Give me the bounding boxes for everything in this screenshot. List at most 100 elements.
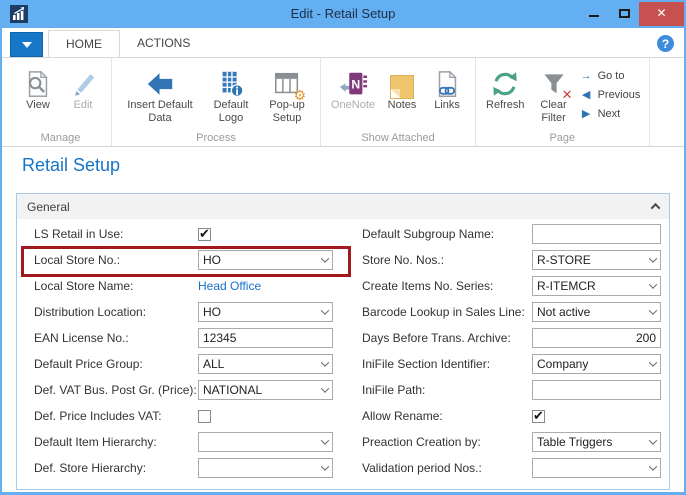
- dropdown-arrow-icon[interactable]: [649, 254, 657, 262]
- form-row: Barcode Lookup in Sales Line: Not active: [362, 299, 663, 325]
- onenote-button[interactable]: N OneNote: [328, 63, 378, 113]
- close-button[interactable]: ✕: [639, 0, 684, 26]
- form-row: Local Store No.: HO: [34, 247, 354, 273]
- links-chain-icon: [432, 64, 462, 99]
- default-item-hierarchy-combobox[interactable]: [198, 432, 333, 452]
- barcode-lookup-in-sales-line-combobox[interactable]: Not active: [532, 302, 661, 322]
- form-row: Local Store Name: Head Office: [34, 273, 354, 299]
- form-column-right: Default Subgroup Name: Store No. Nos.: R…: [362, 221, 663, 481]
- form-row: Distribution Location: HO: [34, 299, 354, 325]
- check-icon: ✔: [533, 409, 544, 422]
- field-label: Local Store No.:: [34, 253, 198, 267]
- previous-triangle-icon: ◀: [580, 88, 593, 101]
- ls-retail-in-use-checkbox[interactable]: ✔: [198, 228, 211, 241]
- refresh-button[interactable]: Refresh: [483, 63, 528, 113]
- field-label: Default Item Hierarchy:: [34, 435, 198, 449]
- popup-setup-table-icon: ⚙: [272, 64, 302, 99]
- field-label: Def. VAT Bus. Post Gr. (Price):: [34, 383, 198, 397]
- form-row: Def. Store Hierarchy:: [34, 455, 354, 481]
- form-row: LS Retail in Use: ✔: [34, 221, 354, 247]
- ribbon-group-show-attached: N OneNote Notes: [321, 58, 476, 146]
- default-logo-button[interactable]: Default Logo: [204, 63, 258, 126]
- def-vat-bus-post-gr-price-combobox[interactable]: NATIONAL: [198, 380, 333, 400]
- chevron-up-icon[interactable]: [651, 203, 661, 213]
- days-before-trans-archive-field[interactable]: 200: [532, 328, 661, 348]
- general-section-header[interactable]: General: [17, 194, 669, 219]
- dropdown-arrow-icon[interactable]: [649, 306, 657, 314]
- form-row: IniFile Section Identifier: Company: [362, 351, 663, 377]
- app-menu-caret-icon: [22, 42, 32, 48]
- gear-icon: ⚙: [293, 88, 306, 102]
- form-row: Preaction Creation by: Table Triggers: [362, 429, 663, 455]
- popup-setup-button[interactable]: ⚙ Pop-up Setup: [261, 63, 313, 126]
- minimize-button[interactable]: [579, 0, 609, 26]
- def-price-includes-vat-checkbox[interactable]: [198, 410, 211, 423]
- local-store-no-combobox[interactable]: HO: [198, 250, 333, 270]
- form-row: Def. Price Includes VAT:: [34, 403, 354, 429]
- field-label: Default Price Group:: [34, 357, 198, 371]
- default-price-group-combobox[interactable]: ALL: [198, 354, 333, 374]
- check-icon: ✔: [199, 227, 210, 240]
- previous-button[interactable]: ◀ Previous: [580, 85, 642, 104]
- local-store-name-link[interactable]: Head Office: [198, 279, 261, 293]
- help-button[interactable]: ?: [657, 35, 674, 52]
- create-items-no-series-combobox[interactable]: R-ITEMCR: [532, 276, 661, 296]
- view-button[interactable]: View: [17, 63, 59, 113]
- form-row: Validation period Nos.:: [362, 455, 663, 481]
- form-row: IniFile Path:: [362, 377, 663, 403]
- inifile-path-field[interactable]: [532, 380, 661, 400]
- def-store-hierarchy-combobox[interactable]: [198, 458, 333, 478]
- form-row: Default Item Hierarchy:: [34, 429, 354, 455]
- next-triangle-icon: ▶: [580, 107, 593, 120]
- section-title: General: [27, 200, 70, 214]
- dropdown-arrow-icon[interactable]: [321, 306, 329, 314]
- go-to-button[interactable]: → Go to: [580, 66, 642, 85]
- links-button[interactable]: Links: [426, 63, 468, 113]
- notes-button[interactable]: Notes: [381, 63, 423, 113]
- tab-actions[interactable]: ACTIONS: [120, 30, 207, 57]
- edit-pencil-icon: [68, 64, 98, 99]
- dropdown-arrow-icon[interactable]: [321, 462, 329, 470]
- tab-home[interactable]: HOME: [48, 30, 120, 57]
- field-label: EAN License No.:: [34, 331, 198, 345]
- allow-rename-checkbox[interactable]: ✔: [532, 410, 545, 423]
- form-row: Days Before Trans. Archive: 200: [362, 325, 663, 351]
- dropdown-arrow-icon[interactable]: [649, 436, 657, 444]
- form-row: Default Price Group: ALL: [34, 351, 354, 377]
- onenote-icon: N: [337, 64, 369, 99]
- ean-license-no-field[interactable]: 12345: [198, 328, 333, 348]
- field-label: Distribution Location:: [34, 305, 198, 319]
- field-label: Create Items No. Series:: [362, 279, 532, 293]
- dropdown-arrow-icon[interactable]: [321, 254, 329, 262]
- page-nav-buttons: → Go to ◀ Previous ▶ Next: [580, 63, 642, 123]
- refresh-icon: [490, 64, 520, 99]
- field-label: Validation period Nos.:: [362, 461, 532, 475]
- store-no-nos-combobox[interactable]: R-STORE: [532, 250, 661, 270]
- form-row: Store No. Nos.: R-STORE: [362, 247, 663, 273]
- inifile-section-identifier-combobox[interactable]: Company: [532, 354, 661, 374]
- dropdown-arrow-icon[interactable]: [649, 358, 657, 366]
- notes-sticky-icon: [390, 64, 414, 99]
- next-button[interactable]: ▶ Next: [580, 104, 642, 123]
- dropdown-arrow-icon[interactable]: [321, 436, 329, 444]
- app-menu-button[interactable]: [10, 32, 43, 57]
- insert-default-data-button[interactable]: Insert Default Data: [119, 63, 201, 126]
- validation-period-nos-combobox[interactable]: [532, 458, 661, 478]
- distribution-location-combobox[interactable]: HO: [198, 302, 333, 322]
- app-window: Edit - Retail Setup ✕ HOME ACTIONS ?: [0, 0, 686, 495]
- dropdown-arrow-icon[interactable]: [649, 280, 657, 288]
- dropdown-arrow-icon[interactable]: [321, 358, 329, 366]
- preaction-creation-by-combobox[interactable]: Table Triggers: [532, 432, 661, 452]
- dropdown-arrow-icon[interactable]: [649, 462, 657, 470]
- insert-arrow-icon: [144, 64, 176, 99]
- maximize-icon: [619, 9, 630, 18]
- help-icon: ?: [662, 37, 669, 51]
- dropdown-arrow-icon[interactable]: [321, 384, 329, 392]
- edit-button[interactable]: Edit: [62, 63, 104, 113]
- maximize-button[interactable]: [609, 0, 639, 26]
- clear-filter-button[interactable]: ✕ Clear Filter: [531, 63, 577, 126]
- form-row: Allow Rename: ✔: [362, 403, 663, 429]
- ribbon-group-manage: View Edit Manage: [10, 58, 112, 146]
- default-subgroup-name-field[interactable]: [532, 224, 661, 244]
- field-label: IniFile Section Identifier:: [362, 357, 532, 371]
